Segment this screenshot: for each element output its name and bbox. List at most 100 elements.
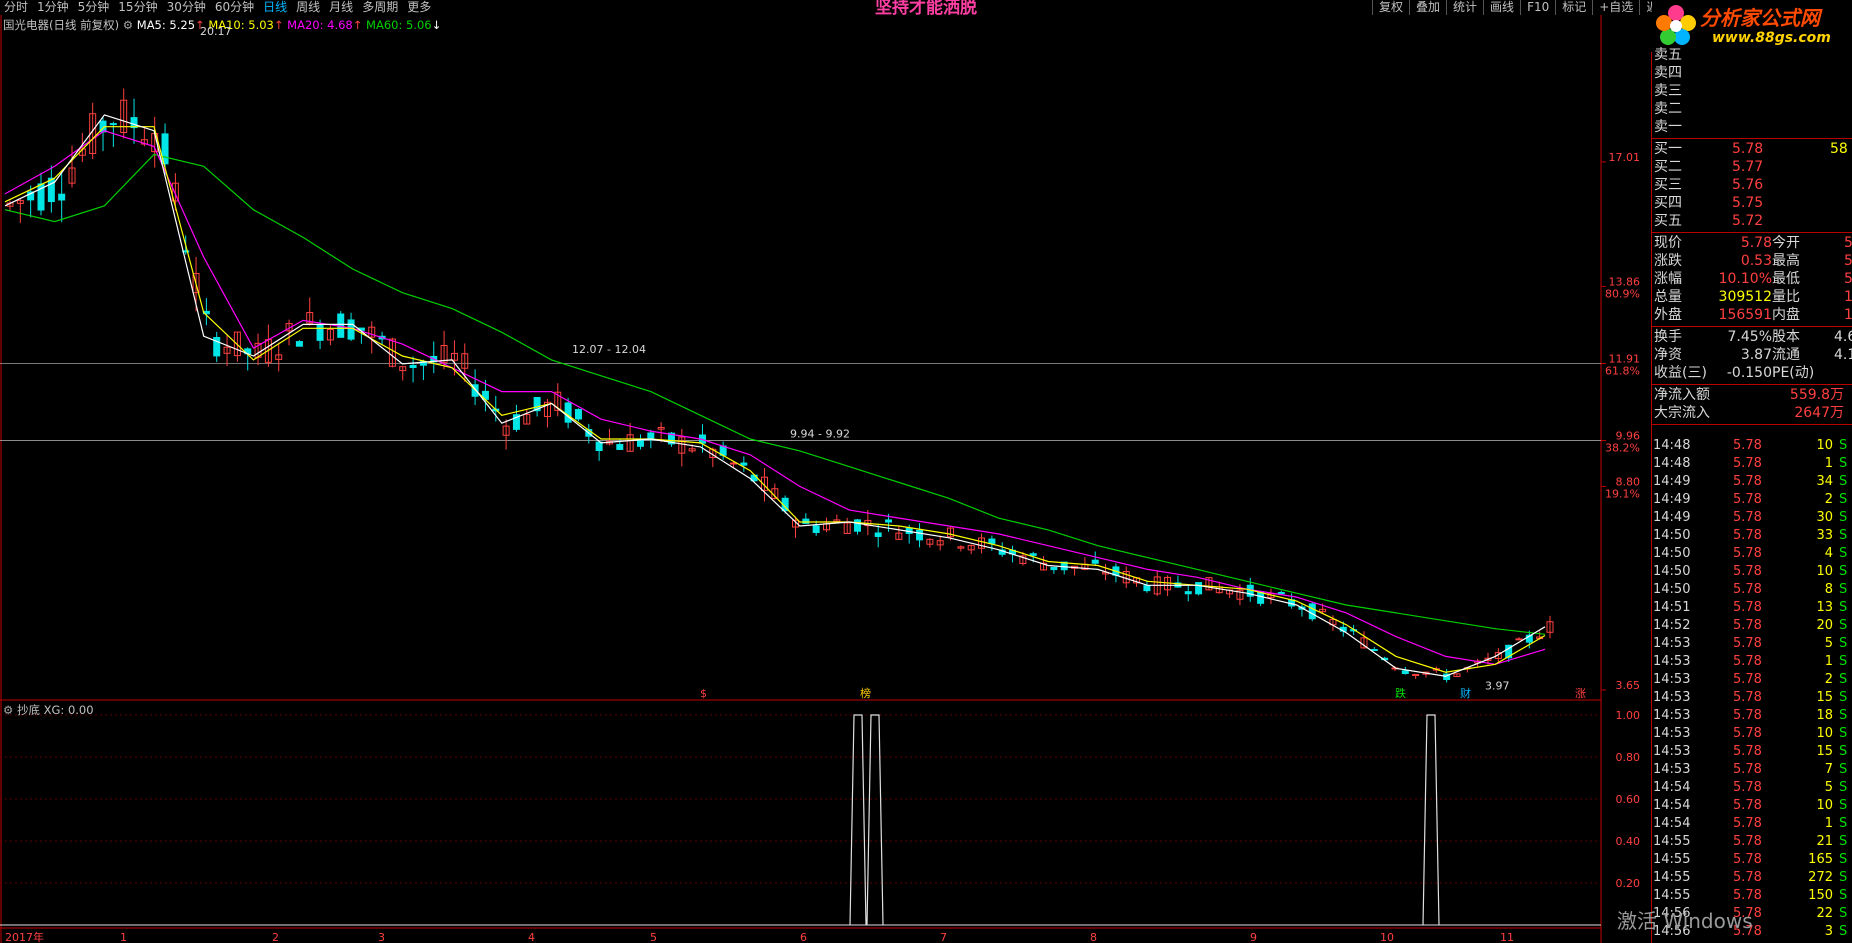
time-axis-label: 3 bbox=[378, 931, 385, 943]
logo-url: www.88gs.com bbox=[1712, 30, 1831, 46]
tick-row: 14:54 5.78 10 S bbox=[1653, 798, 1848, 813]
candle-body bbox=[295, 341, 303, 347]
period-tab-10[interactable]: 更多 bbox=[407, 0, 431, 15]
event-marker: 榜 bbox=[860, 686, 871, 700]
time-axis-label: 10 bbox=[1380, 931, 1394, 943]
tool-menu: 复权叠加统计画线F10标记+自选返回 bbox=[1372, 0, 1676, 15]
event-marker: 涨 bbox=[1575, 687, 1586, 700]
quote-row: 现价 5.78 今开 5 bbox=[1654, 235, 1852, 251]
tick-row: 14:53 5.78 5 S bbox=[1653, 636, 1848, 651]
price-annotation: 12.07 - 12.04 bbox=[572, 343, 646, 356]
period-tab-6[interactable]: 日线 bbox=[263, 0, 287, 15]
candle-body bbox=[1370, 649, 1378, 652]
tool-button-0[interactable]: 复权 bbox=[1372, 0, 1409, 15]
tool-button-6[interactable]: +自选 bbox=[1592, 0, 1639, 15]
event-marker: $ bbox=[700, 687, 707, 700]
price-annotation: 20.17 bbox=[200, 25, 232, 38]
candle-body bbox=[1029, 553, 1037, 556]
pct-tick-label: 38.2% bbox=[1605, 442, 1640, 455]
pct-tick-label: 61.8% bbox=[1605, 364, 1640, 377]
tick-row: 14:53 5.78 15 S bbox=[1653, 690, 1848, 705]
candle-body bbox=[109, 123, 117, 126]
buy-level: 买四 5.75 bbox=[1654, 195, 1764, 211]
tool-button-2[interactable]: 统计 bbox=[1446, 0, 1483, 15]
candle-body bbox=[988, 538, 996, 544]
price-annotation: 9.94 - 9.92 bbox=[790, 427, 850, 440]
event-marker: 跌 bbox=[1395, 686, 1406, 700]
time-axis-label: 7 bbox=[940, 931, 947, 943]
tool-button-5[interactable]: 标记 bbox=[1555, 0, 1592, 15]
tick-row: 14:49 5.78 34 S bbox=[1653, 474, 1848, 489]
period-tabs: 分时 1分钟 5分钟 15分钟 30分钟 60分钟 日线 周线 月线 多周期 更多 bbox=[4, 0, 431, 15]
time-axis-label: 11 bbox=[1500, 931, 1514, 943]
event-marker: 财 bbox=[1460, 686, 1471, 700]
period-tab-2[interactable]: 5分钟 bbox=[78, 0, 110, 15]
candle-body bbox=[409, 364, 417, 368]
tick-row: 14:48 5.78 10 S bbox=[1653, 438, 1848, 453]
period-tab-0[interactable]: 分时 bbox=[4, 0, 28, 15]
candle-body bbox=[1050, 566, 1058, 571]
candle-body bbox=[616, 443, 624, 450]
tick-row: 14:51 5.78 13 S bbox=[1653, 600, 1848, 615]
candle-body bbox=[1184, 591, 1192, 595]
period-tab-4[interactable]: 30分钟 bbox=[167, 0, 206, 15]
candle-body bbox=[316, 324, 324, 341]
quote-row: 外盘156591内盘152 bbox=[1654, 307, 1852, 323]
candle-body bbox=[1091, 559, 1099, 564]
tick-row: 14:53 5.78 7 S bbox=[1653, 762, 1848, 777]
candle-body bbox=[740, 462, 748, 466]
candle-body bbox=[1515, 638, 1523, 641]
buy-level: 买三 5.76 bbox=[1654, 177, 1764, 193]
time-axis-label: 8 bbox=[1090, 931, 1097, 943]
time-axis-label: 1 bbox=[120, 931, 127, 943]
period-tab-9[interactable]: 多周期 bbox=[362, 0, 398, 15]
windows-watermark: 激活 Windows bbox=[1617, 909, 1753, 933]
candle-body bbox=[1308, 603, 1316, 620]
period-tab-5[interactable]: 60分钟 bbox=[215, 0, 254, 15]
ma-line-ma10 bbox=[4, 126, 1546, 673]
candle-body bbox=[916, 529, 924, 541]
candle-body bbox=[574, 409, 582, 420]
period-tab-8[interactable]: 月线 bbox=[329, 0, 353, 15]
fundamental-row: 净资 3.87 流通 4.1 bbox=[1654, 347, 1852, 363]
tick-row: 14:50 5.78 4 S bbox=[1653, 546, 1848, 561]
tick-row: 14:48 5.78 1 S bbox=[1653, 456, 1848, 471]
time-axis-label: 2 bbox=[272, 931, 279, 943]
ma-line-ma60 bbox=[4, 153, 1546, 635]
tick-row: 14:53 5.78 2 S bbox=[1653, 672, 1848, 687]
flower-logo-icon bbox=[1656, 5, 1696, 45]
tick-row: 14:52 5.78 20 S bbox=[1653, 618, 1848, 633]
kline-chart[interactable]: 17.0113.8680.9%11.9161.8%9.9638.2%8.8019… bbox=[0, 15, 1651, 943]
buy-level: 买二 5.77 bbox=[1654, 159, 1764, 175]
sub-tick-label: 0.60 bbox=[1616, 793, 1641, 806]
tool-button-4[interactable]: F10 bbox=[1520, 0, 1555, 15]
sub-tick-label: 0.40 bbox=[1616, 835, 1641, 848]
tick-row: 14:50 5.78 8 S bbox=[1653, 582, 1848, 597]
tick-row: 14:50 5.78 33 S bbox=[1653, 528, 1848, 543]
logo-title: 分析家公式网 bbox=[1700, 6, 1820, 30]
sell-level: 卖一 bbox=[1654, 119, 1682, 135]
period-tab-7[interactable]: 周线 bbox=[296, 0, 320, 15]
time-axis-label: 6 bbox=[800, 931, 807, 943]
tick-row: 14:55 5.78 21 S bbox=[1653, 834, 1848, 849]
tick-row: 14:53 5.78 10 S bbox=[1653, 726, 1848, 741]
flow-row: 净流入额 559.8万 bbox=[1654, 387, 1844, 403]
tool-button-3[interactable]: 画线 bbox=[1483, 0, 1520, 15]
tick-row: 14:54 5.78 1 S bbox=[1653, 816, 1848, 831]
candle-body bbox=[885, 519, 893, 523]
period-tab-1[interactable]: 1分钟 bbox=[37, 0, 69, 15]
sub-tick-label: 0.80 bbox=[1616, 751, 1641, 764]
sell-level: 卖二 bbox=[1654, 101, 1682, 117]
ma-line-ma5 bbox=[4, 114, 1546, 677]
tick-row: 14:55 5.78 165 S bbox=[1653, 852, 1848, 867]
fundamental-row: 收益(三) -0.150 PE(动) bbox=[1654, 365, 1815, 381]
tick-row: 14:49 5.78 30 S bbox=[1653, 510, 1848, 525]
period-tab-3[interactable]: 15分钟 bbox=[118, 0, 157, 15]
candle-body bbox=[347, 319, 355, 340]
sell-level: 卖五 bbox=[1654, 47, 1682, 63]
tool-button-1[interactable]: 叠加 bbox=[1409, 0, 1446, 15]
pct-tick-label: 19.1% bbox=[1605, 487, 1640, 500]
candle-body bbox=[1401, 670, 1409, 675]
candle-body bbox=[1195, 582, 1203, 595]
fundamental-row: 换手 7.45% 股本 4.6 bbox=[1654, 329, 1852, 345]
